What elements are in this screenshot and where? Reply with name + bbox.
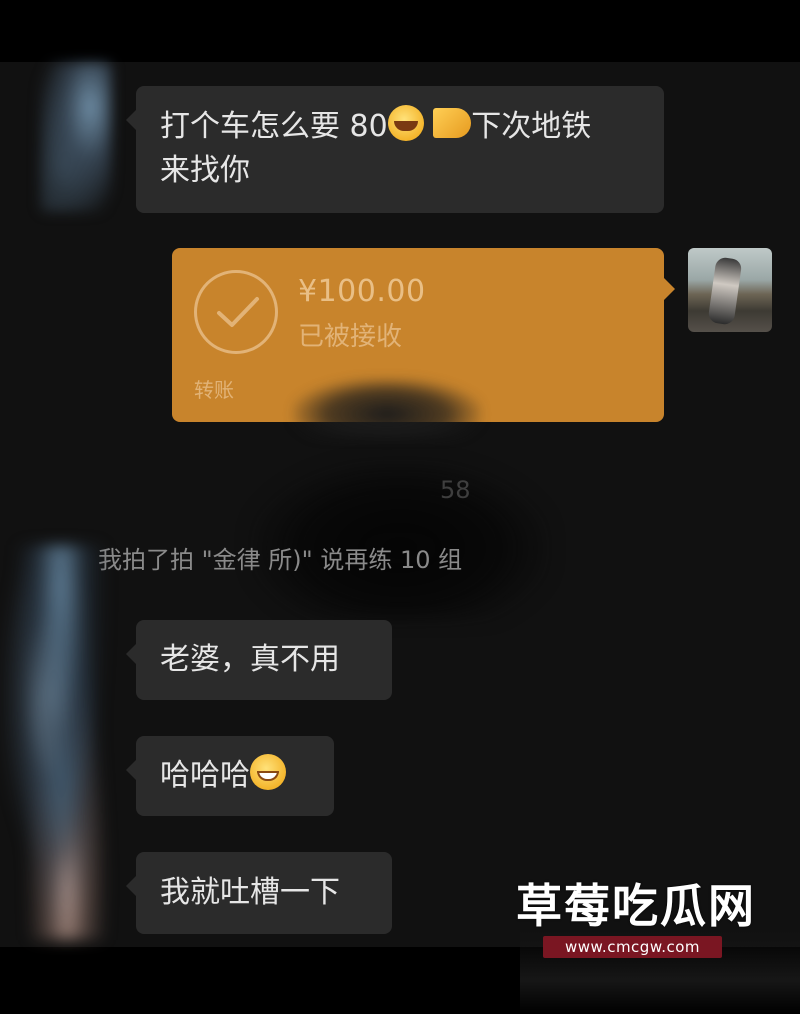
message-bubble[interactable]: 哈哈哈 [126, 736, 334, 816]
message-bubble[interactable]: 老婆，真不用 [126, 620, 392, 700]
transfer-label: 转账 [194, 378, 234, 402]
ok-hand-emoji-icon [433, 108, 472, 138]
my-avatar[interactable] [688, 248, 772, 332]
grinning-emoji-icon [250, 754, 286, 790]
message-line: 来找你 [160, 153, 250, 188]
pat-notice: 我拍了拍 "金律 所)" 说再练 10 组 [98, 546, 463, 574]
message-bubble[interactable]: 打个车怎么要 80 下次地铁 来找你 [126, 86, 664, 213]
timestamp: 58 [440, 476, 471, 504]
message-text: 我就吐槽一下 [160, 875, 340, 910]
crying-laughing-emoji-icon [387, 105, 424, 141]
check-circle-icon [194, 270, 278, 354]
transfer-card[interactable]: ¥100.00 已被接收 转账 [172, 248, 675, 438]
transfer-status: 已被接收 [298, 322, 403, 352]
contact-avatar[interactable] [40, 62, 112, 212]
message-bubble[interactable]: 我就吐槽一下 [126, 852, 392, 934]
message-line: 打个车怎么要 80 下次地铁 [160, 105, 640, 149]
message-text: 老婆，真不用 [160, 642, 340, 677]
message-text: 打个车怎么要 80 [160, 109, 388, 144]
message-text: 哈哈哈 [160, 758, 250, 793]
message-text: 下次地铁 [471, 109, 592, 144]
avatar-figure [707, 256, 743, 326]
blur-overlay [292, 378, 482, 438]
contact-avatar[interactable] [2, 545, 120, 940]
watermark-title: 草莓吃瓜网 [516, 879, 756, 933]
transfer-amount: ¥100.00 [298, 274, 426, 309]
watermark-url: www.cmcgw.com [543, 936, 723, 958]
